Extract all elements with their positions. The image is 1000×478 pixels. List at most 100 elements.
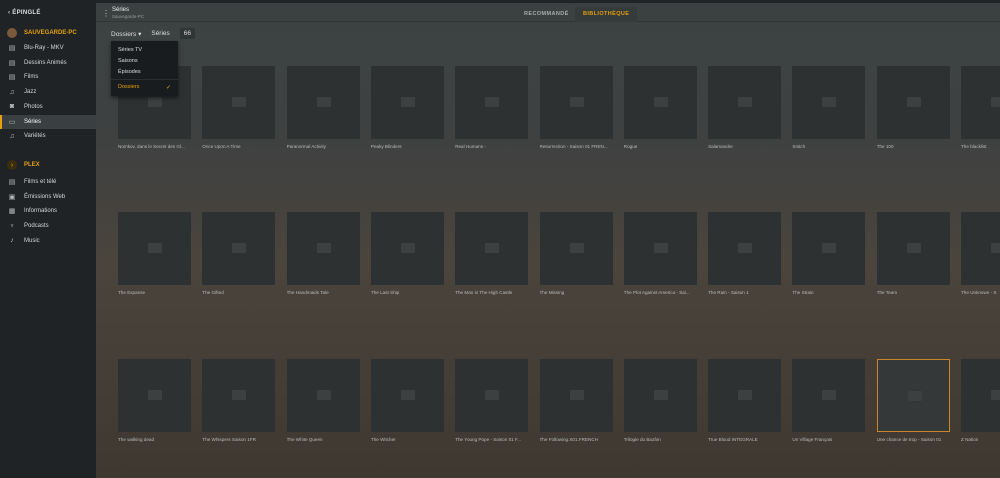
folder-title[interactable]: The 100 [877, 144, 955, 149]
folder-tile[interactable] [876, 359, 950, 432]
folder-tile[interactable] [708, 359, 782, 432]
folder-title[interactable]: The Strain [792, 290, 870, 295]
folder-title[interactable]: True Blood INTEGRALE [708, 437, 786, 442]
option-saisons[interactable]: Saisons [118, 58, 138, 64]
option-episodes[interactable]: Épisodes [118, 69, 141, 75]
folder-tile[interactable] [370, 66, 444, 139]
sidebar-item-label: Films [24, 74, 39, 81]
folder-tile[interactable] [708, 66, 782, 139]
folder-icon [148, 97, 162, 107]
option-dossiers[interactable]: Dossiers [118, 84, 139, 90]
folder-tile[interactable] [286, 66, 360, 139]
folder-title[interactable]: The Witcher [371, 437, 449, 442]
tab-bibliotheque[interactable]: BIBLIOTHÈQUE [575, 7, 638, 22]
folder-tile[interactable] [455, 212, 529, 285]
sidebar-item-émissions-web[interactable]: ▣ Émissions Web [0, 190, 96, 204]
folder-title[interactable]: Paranormal Activity [287, 144, 365, 149]
page-subtitle: Sauvegarde-PC [112, 14, 145, 19]
folder-title[interactable]: The Young Pope - Saison 01 F... [455, 437, 533, 442]
folder-tile[interactable] [455, 359, 529, 432]
folder-title[interactable]: The Unknown - S [961, 290, 1000, 295]
folder-title[interactable]: The walking dead [118, 437, 196, 442]
folder-tile[interactable] [539, 212, 613, 285]
folder-title[interactable]: Nomkov, dans le Secret des Gl... [118, 144, 196, 149]
plex-logo-icon: › [7, 160, 17, 170]
folder-tile[interactable] [202, 212, 276, 285]
sidebar-item-blu-ray-mkv[interactable]: ▤ Blu-Ray - MKV [0, 41, 96, 55]
folder-title[interactable]: The Plot Against America - Sai... [624, 290, 702, 295]
folder-tile[interactable] [961, 359, 1000, 432]
folder-title[interactable]: Once Upon A Time [202, 144, 280, 149]
folder-tile[interactable] [539, 66, 613, 139]
folder-tile[interactable] [539, 359, 613, 432]
folder-title[interactable]: Z Nation [961, 437, 1000, 442]
tab-recommande[interactable]: RECOMMANDÉ [516, 7, 577, 22]
folder-tile[interactable] [623, 359, 697, 432]
sidebar-item-informations[interactable]: ▦ Informations [0, 204, 96, 218]
folder-title[interactable]: The blacklist [961, 144, 1000, 149]
sidebar-item-podcasts[interactable]: ♆ Podcasts [0, 219, 96, 233]
folder-title[interactable]: The Whispers Saison 1FR [202, 437, 280, 442]
option-series-tv[interactable]: Séries TV [118, 47, 142, 53]
folder-title[interactable]: The Man in The High Castle [455, 290, 533, 295]
sidebar-item-jazz[interactable]: ♫ Jazz [0, 85, 96, 99]
folder-title[interactable]: The White Queen [287, 437, 365, 442]
folder-tile[interactable] [876, 66, 950, 139]
folder-title[interactable]: Real Humans - [455, 144, 533, 149]
sidebar-item-dessins-animés[interactable]: ▤ Dessins Animés [0, 56, 96, 70]
folder-title[interactable]: Rogue [624, 144, 702, 149]
server-name: SAUVEGARDE-PC [24, 30, 77, 36]
folder-tile[interactable] [286, 359, 360, 432]
folder-title[interactable]: Trilogie du Bazâm [624, 437, 702, 442]
folder-title[interactable]: The Expanse [118, 290, 196, 295]
folder-tile[interactable] [792, 66, 866, 139]
sidebar-item-films-et-télé[interactable]: ▤ Films et télé [0, 175, 96, 189]
folder-title[interactable]: The Rain - Saison 1 [708, 290, 786, 295]
folder-icon [906, 243, 921, 253]
folder-title[interactable]: The Team [877, 290, 955, 295]
sidebar-item-photos[interactable]: ◙ Photos [0, 100, 96, 114]
folder-title[interactable]: Snitch [792, 144, 870, 149]
folder-tile[interactable] [202, 66, 276, 139]
folder-icon [653, 243, 668, 253]
folder-title[interactable]: The Missing [540, 290, 618, 295]
sidebar-item-variétés[interactable]: ♫ Variétés [0, 129, 96, 143]
folder-tile[interactable] [792, 359, 866, 432]
folder-tile[interactable] [961, 66, 1000, 139]
folder-tile[interactable] [118, 212, 191, 285]
sidebar-item-label: Variétés [24, 133, 46, 140]
folder-tile[interactable] [876, 212, 950, 285]
folder-title[interactable]: Une chance de trop - Saison 01 [877, 437, 955, 442]
folder-tile[interactable] [370, 359, 444, 432]
more-menu-icon[interactable]: ⋮ [102, 9, 110, 18]
folder-tile[interactable] [623, 66, 697, 139]
back-pinned-link[interactable]: ‹ ÉPINGLÉ [8, 10, 41, 16]
folder-title[interactable]: The Following.S01.FRENCH [540, 437, 618, 442]
sidebar-item-films[interactable]: ▤ Films [0, 70, 96, 84]
folder-icon [400, 243, 415, 253]
type-filter[interactable]: Séries [151, 30, 169, 37]
folder-tile[interactable] [792, 212, 866, 285]
folder-tile[interactable] [708, 212, 782, 285]
folder-tile[interactable] [961, 212, 1000, 285]
sidebar-item-music[interactable]: ♪ Music [0, 234, 96, 248]
view-dropdown[interactable]: Dossiers ▾ [111, 30, 141, 38]
folder-tile[interactable] [623, 212, 697, 285]
folder-tile[interactable] [455, 66, 529, 139]
sidebar-item-séries[interactable]: ▭ Séries [0, 114, 96, 129]
folder-title[interactable]: The Last Ship [371, 290, 449, 295]
folder-tile[interactable] [118, 359, 191, 432]
plex-item[interactable]: › PLEX [0, 158, 96, 172]
folder-tile[interactable] [370, 212, 444, 285]
folder-title[interactable]: Un Village Français [792, 437, 870, 442]
folder-title[interactable]: The Handmaids Tale [287, 290, 365, 295]
server-item[interactable]: SAUVEGARDE-PC [0, 26, 96, 40]
folder-icon [738, 390, 753, 400]
folder-title[interactable]: The Gifted [202, 290, 280, 295]
folder-title[interactable]: Resurrection - Saison 01 FREN... [540, 144, 618, 149]
folder-title[interactable]: Salamandre [708, 144, 786, 149]
folder-tile[interactable] [286, 212, 360, 285]
music-icon: ♫ [9, 88, 15, 96]
folder-title[interactable]: Peaky Blinders [371, 144, 449, 149]
folder-tile[interactable] [202, 359, 276, 432]
